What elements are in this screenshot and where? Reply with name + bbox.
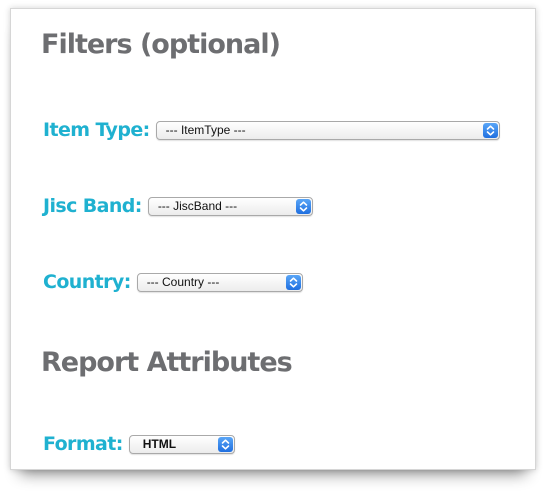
format-select[interactable]: HTML (128, 434, 235, 454)
format-label: Format: (43, 433, 123, 455)
jisc-band-row: Jisc Band: --- JiscBand --- (43, 191, 313, 221)
jisc-band-label: Jisc Band: (43, 195, 142, 217)
country-select[interactable]: --- Country --- (136, 272, 303, 292)
chevron-up-down-icon (285, 274, 301, 290)
chevron-up-down-icon (295, 198, 311, 214)
country-select-value: --- Country --- (146, 274, 220, 289)
report-attributes-heading: Report Attributes (41, 347, 293, 378)
country-row: Country: --- Country --- (43, 267, 303, 297)
format-select-value: HTML (142, 436, 177, 451)
jisc-band-select[interactable]: --- JiscBand --- (147, 196, 313, 216)
chevron-up-down-icon (217, 436, 233, 452)
item-type-select[interactable]: --- ItemType --- (155, 120, 500, 140)
report-filters-panel: Filters (optional) Item Type: --- ItemTy… (10, 8, 536, 470)
country-label: Country: (43, 271, 131, 293)
jisc-band-select-value: --- JiscBand --- (157, 198, 238, 213)
format-row: Format: HTML (43, 429, 235, 459)
filters-heading: Filters (optional) (41, 29, 281, 60)
chevron-up-down-icon (482, 122, 498, 138)
item-type-label: Item Type: (43, 119, 150, 141)
item-type-row: Item Type: --- ItemType --- (43, 115, 500, 145)
item-type-select-value: --- ItemType --- (165, 122, 246, 137)
